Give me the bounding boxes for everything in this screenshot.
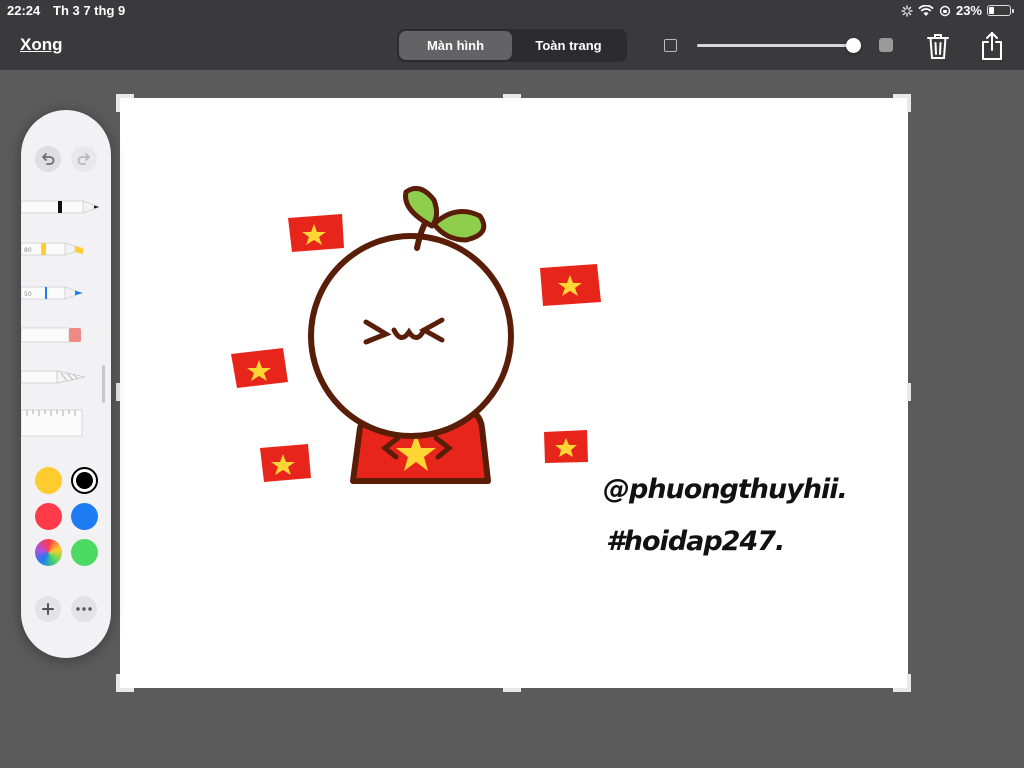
crop-handle-top-right-v[interactable] [907,94,911,112]
drawing [231,185,601,484]
color-green[interactable] [71,539,98,566]
watermark-handle-2: #hoidap247. [606,526,785,557]
share-icon[interactable] [980,31,1004,61]
lasso-tool[interactable] [21,368,87,386]
toolbar: Xong Màn hình Toàn trang [0,22,1024,70]
battery-level [989,7,994,14]
status-time: 22:24 [7,3,41,18]
zoom-large-icon [879,38,893,52]
zoom-slider-thumb[interactable] [845,38,861,53]
ruler-tool[interactable] [21,407,83,437]
zoom-small-icon [664,39,677,52]
crop-handle-bottom-left-v[interactable] [116,674,120,692]
color-picker-multicolor[interactable] [35,539,62,566]
flag-3 [231,348,288,388]
battery-percent: 23% [955,3,982,18]
flag-4 [260,444,311,482]
color-blue[interactable] [71,503,98,530]
activity-icon [901,4,913,17]
crop-handle-right[interactable] [907,383,911,401]
marker-tool[interactable]: 80 [21,240,85,258]
markup-canvas[interactable]: @phuongthuyhii. #hoidap247. [120,98,908,688]
capture-mode-control: Màn hình Toàn trang [397,29,627,62]
color-black[interactable] [71,467,98,494]
svg-text:50: 50 [24,291,32,298]
more-button[interactable] [71,596,97,622]
flag-5 [544,430,588,463]
color-yellow[interactable] [35,467,62,494]
redo-button[interactable] [71,146,97,172]
zoom-slider[interactable] [697,38,861,53]
eraser-tool[interactable] [21,326,85,344]
tab-screen[interactable]: Màn hình [399,31,512,60]
undo-icon [42,153,55,165]
add-button[interactable] [35,596,61,622]
battery-icon [987,5,1011,16]
status-date: Th 3 7 thg 9 [53,3,126,18]
flag-2 [540,264,601,306]
svg-text:80: 80 [24,247,32,254]
crop-handle-left[interactable] [116,383,120,401]
color-red[interactable] [35,503,62,530]
crop-handle-bottom-right-v[interactable] [907,674,911,692]
status-right: 23% [901,3,1014,18]
crop-handle-bottom[interactable] [503,688,521,692]
undo-button[interactable] [35,146,61,172]
done-button[interactable]: Xong [20,35,63,55]
wifi-icon [918,4,934,16]
flag-1 [288,214,344,252]
orientation-lock-icon [939,5,951,16]
tool-palette: 80 50 [21,110,111,658]
pencil-tool[interactable]: 50 [21,284,85,302]
crop-handle-top-left-v[interactable] [116,94,120,112]
palette-scrollbar[interactable] [102,365,105,403]
trash-icon[interactable] [926,32,950,60]
pen-tool[interactable] [21,198,101,216]
status-bar: 22:24 Th 3 7 thg 9 23% [0,0,1024,22]
add-icon [42,603,54,615]
watermark-handle-1: @phuongthuyhii. [603,474,848,505]
crop-handle-top[interactable] [503,94,521,98]
tab-full-page[interactable]: Toàn trang [512,31,625,60]
battery-tip [1012,8,1014,13]
redo-icon [77,153,90,165]
more-icon [76,607,92,611]
